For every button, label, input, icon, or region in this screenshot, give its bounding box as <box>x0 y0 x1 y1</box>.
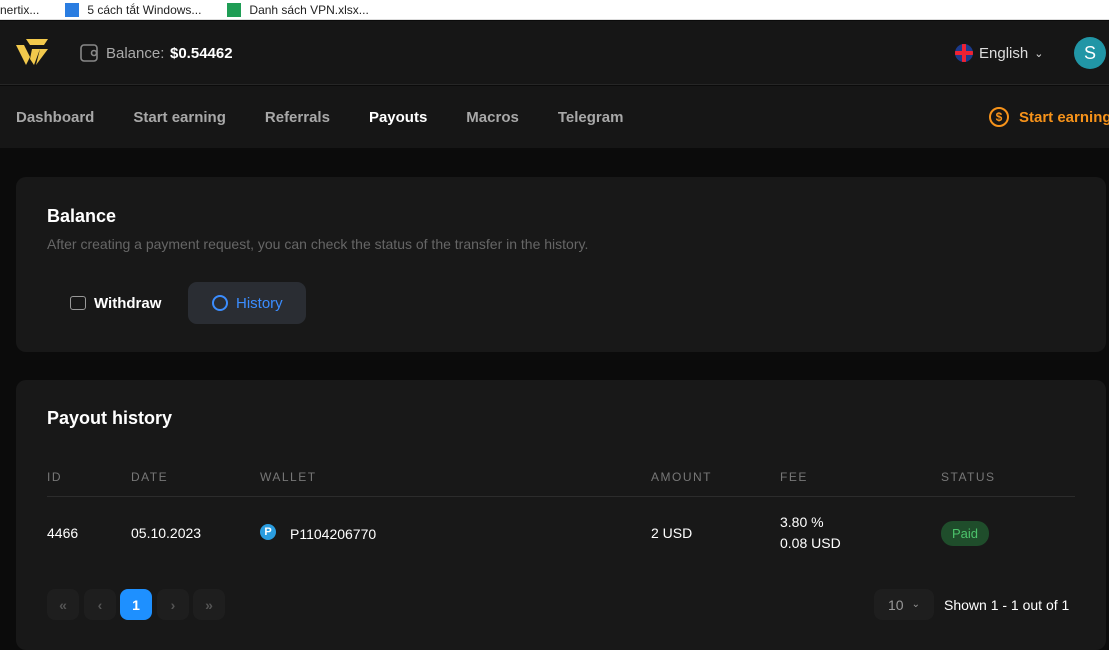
main-nav: Dashboard Start earning Referrals Payout… <box>0 86 1109 148</box>
fee-amount: 0.08 USD <box>780 534 841 551</box>
logo-icon[interactable] <box>16 39 48 67</box>
history-label: History <box>236 294 283 312</box>
sheets-icon <box>227 2 242 17</box>
balance-title: Balance <box>47 206 117 226</box>
table-row: 4466 05.10.2023 P P1104206770 2 USD 3.80 … <box>47 497 1075 569</box>
nav-start-earning[interactable]: Start earning <box>133 109 226 126</box>
nav-referrals[interactable]: Referrals <box>265 109 330 126</box>
col-amount: AMOUNT <box>651 470 712 484</box>
payout-history-title: Payout history <box>47 408 173 428</box>
uk-flag-icon <box>955 44 973 62</box>
nav-macros[interactable]: Macros <box>466 109 519 126</box>
bookmark[interactable]: Danh sách VPN.xlsx... <box>227 2 369 17</box>
per-page-select[interactable]: 10 ⌄ <box>874 589 934 620</box>
history-tab[interactable]: History <box>188 282 306 324</box>
cell-fee: 3.80 % 0.08 USD <box>780 497 941 569</box>
language-label: English <box>979 44 1029 62</box>
per-page-value: 10 <box>888 596 904 613</box>
col-fee: FEE <box>780 470 808 484</box>
cell-amount: 2 USD <box>651 524 693 541</box>
balance-card: Balance After creating a payment request… <box>16 177 1106 352</box>
prev-page-button[interactable]: ‹ <box>84 589 116 620</box>
page-1-button[interactable]: 1 <box>120 589 152 620</box>
payout-table: ID DATE WALLET AMOUNT FEE STATUS 4466 05… <box>47 470 1075 569</box>
wallet-number: P1104206770 <box>290 525 377 542</box>
status-badge: Paid <box>941 520 990 546</box>
top-bar: Balance: $0.54462 English ⌄ S <box>0 21 1109 85</box>
col-date: DATE <box>131 470 169 484</box>
pagination-summary: Shown 1 - 1 out of 1 <box>944 597 1070 613</box>
cell-date: 05.10.2023 <box>131 524 202 541</box>
avatar[interactable]: S <box>1074 37 1106 69</box>
withdraw-label: Withdraw <box>94 294 162 312</box>
last-page-button[interactable]: » <box>193 589 225 620</box>
wallet-icon <box>80 44 98 62</box>
start-earning-button[interactable]: $ Start earning <box>989 107 1109 127</box>
chevron-down-icon: ⌄ <box>911 599 920 610</box>
balance-label: Balance: <box>106 45 165 62</box>
language-selector[interactable]: English ⌄ <box>955 44 1043 62</box>
cell-status: Paid <box>941 497 1075 569</box>
bookmark[interactable]: 5 cách tắt Windows... <box>65 2 201 17</box>
col-id: ID <box>47 470 62 484</box>
withdraw-tab[interactable]: Withdraw <box>56 282 175 324</box>
balance-value: $0.54462 <box>170 45 233 62</box>
bookmarks-bar: nertix... 5 cách tắt Windows... Danh sác… <box>0 0 1109 20</box>
cell-id: 4466 <box>47 524 79 541</box>
dollar-coin-icon: $ <box>989 107 1009 127</box>
wallet-icon <box>70 296 86 310</box>
bookmark[interactable]: nertix... <box>0 3 39 17</box>
next-page-button[interactable]: › <box>157 589 189 620</box>
balance-subtitle: After creating a payment request, you ca… <box>47 236 589 252</box>
col-wallet: WALLET <box>260 470 317 484</box>
chevron-down-icon: ⌄ <box>1034 47 1044 60</box>
cell-wallet: P P1104206770 <box>260 497 651 569</box>
nav-payouts[interactable]: Payouts <box>369 109 427 126</box>
windows-icon <box>65 2 80 17</box>
col-status: STATUS <box>941 470 996 484</box>
nav-telegram[interactable]: Telegram <box>558 109 624 126</box>
first-page-button[interactable]: « <box>47 589 79 620</box>
fee-percent: 3.80 % <box>780 513 824 530</box>
nav-dashboard[interactable]: Dashboard <box>16 109 94 126</box>
start-earning-label: Start earning <box>1019 108 1109 126</box>
history-icon <box>212 295 228 311</box>
payeer-icon: P <box>260 523 276 540</box>
